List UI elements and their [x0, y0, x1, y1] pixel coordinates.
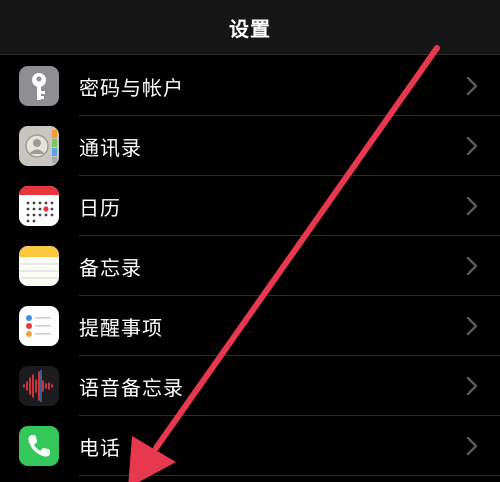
- settings-item-label: 备忘录: [79, 255, 142, 280]
- settings-list: 密码与帐户 通讯录 日历 备忘录 提醒事项 语音备忘录 电话: [0, 56, 500, 476]
- phone-icon: [19, 426, 59, 466]
- settings-item-label: 日历: [79, 195, 121, 220]
- key-icon: [19, 66, 59, 106]
- chevron-right-icon: [466, 376, 478, 396]
- row-separator: [79, 475, 500, 476]
- page-title: 设置: [229, 16, 271, 41]
- chevron-right-icon: [466, 196, 478, 216]
- nav-bar: 设置: [0, 0, 500, 55]
- settings-item-label: 语音备忘录: [79, 375, 184, 400]
- settings-item-label: 提醒事项: [79, 315, 163, 340]
- settings-item-label: 密码与帐户: [79, 75, 184, 100]
- contacts-icon: [19, 126, 59, 166]
- calendar-icon: [19, 186, 59, 226]
- chevron-right-icon: [466, 76, 478, 96]
- settings-item-calendar[interactable]: 日历: [0, 176, 500, 236]
- settings-item-passwords[interactable]: 密码与帐户: [0, 56, 500, 116]
- chevron-right-icon: [466, 316, 478, 336]
- settings-item-contacts[interactable]: 通讯录: [0, 116, 500, 176]
- settings-item-label: 通讯录: [79, 135, 142, 160]
- settings-item-notes[interactable]: 备忘录: [0, 236, 500, 296]
- settings-item-label: 电话: [79, 435, 121, 460]
- chevron-right-icon: [466, 256, 478, 276]
- reminders-icon: [19, 306, 59, 346]
- settings-item-voice-memos[interactable]: 语音备忘录: [0, 356, 500, 416]
- chevron-right-icon: [466, 136, 478, 156]
- chevron-right-icon: [466, 436, 478, 456]
- notes-icon: [19, 246, 59, 286]
- settings-item-phone[interactable]: 电话: [0, 416, 500, 476]
- voice-memos-icon: [19, 366, 59, 406]
- settings-item-reminders[interactable]: 提醒事项: [0, 296, 500, 356]
